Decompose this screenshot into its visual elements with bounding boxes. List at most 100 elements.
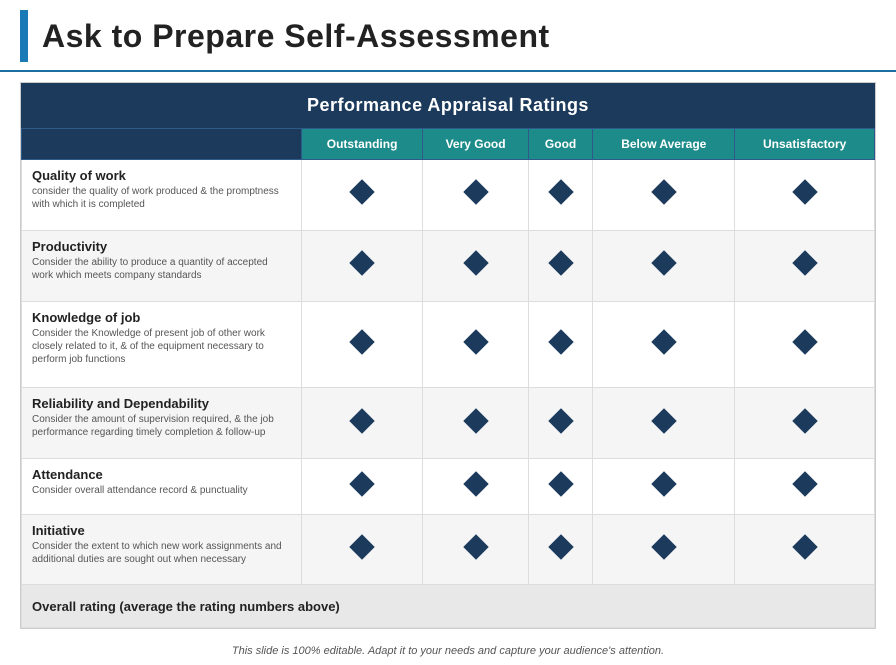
- slide-header: Ask to Prepare Self-Assessment: [0, 0, 896, 72]
- overall-rating-row: Overall rating (average the rating numbe…: [22, 585, 875, 628]
- rating-cell: [528, 388, 592, 459]
- row-label-cell: Initiative Consider the extent to which n…: [22, 514, 302, 585]
- rating-cell: [423, 301, 529, 387]
- row-label-cell: Quality of work consider the quality of w…: [22, 160, 302, 231]
- row-desc: Consider overall attendance record & pun…: [32, 484, 291, 497]
- table-title-row: Performance Appraisal Ratings: [21, 83, 875, 128]
- rating-cell: [302, 388, 423, 459]
- overall-rating-label: Overall rating (average the rating numbe…: [22, 585, 875, 628]
- row-label-cell: Productivity Consider the ability to prod…: [22, 230, 302, 301]
- table-row: Initiative Consider the extent to which n…: [22, 514, 875, 585]
- diamond-icon: [651, 329, 676, 354]
- diamond-icon: [651, 471, 676, 496]
- diamond-icon: [792, 408, 817, 433]
- diamond-icon: [349, 180, 374, 205]
- slide-footer: This slide is 100% editable. Adapt it to…: [0, 635, 896, 665]
- rating-cell: [302, 160, 423, 231]
- diamond-icon: [463, 534, 488, 559]
- table-row: AttendanceConsider overall attendance re…: [22, 458, 875, 514]
- rating-cell: [302, 514, 423, 585]
- rating-cell: [528, 160, 592, 231]
- rating-cell: [423, 230, 529, 301]
- row-title: Knowledge of job: [32, 310, 291, 325]
- diamond-icon: [463, 471, 488, 496]
- diamond-icon: [349, 471, 374, 496]
- col-header-below-average: Below Average: [593, 129, 735, 160]
- rating-cell: [735, 514, 875, 585]
- rating-cell: [528, 514, 592, 585]
- row-desc: consider the quality of work produced & …: [32, 185, 291, 211]
- page-title: Ask to Prepare Self-Assessment: [42, 18, 550, 55]
- rating-cell: [735, 160, 875, 231]
- header-accent: [20, 10, 28, 62]
- diamond-icon: [651, 408, 676, 433]
- col-header-good: Good: [528, 129, 592, 160]
- diamond-icon: [463, 408, 488, 433]
- rating-cell: [593, 388, 735, 459]
- col-header-very-good: Very Good: [423, 129, 529, 160]
- appraisal-table: Outstanding Very Good Good Below Average…: [21, 128, 875, 628]
- diamond-icon: [548, 408, 573, 433]
- row-desc: Consider the extent to which new work as…: [32, 540, 291, 566]
- diamond-icon: [349, 408, 374, 433]
- diamond-icon: [792, 534, 817, 559]
- diamond-icon: [792, 329, 817, 354]
- row-title: Quality of work: [32, 168, 291, 183]
- diamond-icon: [548, 180, 573, 205]
- rating-cell: [735, 458, 875, 514]
- diamond-icon: [463, 180, 488, 205]
- rating-cell: [423, 458, 529, 514]
- rating-cell: [302, 301, 423, 387]
- rating-cell: [735, 230, 875, 301]
- diamond-icon: [548, 251, 573, 276]
- diamond-icon: [349, 329, 374, 354]
- table-header-row: Outstanding Very Good Good Below Average…: [22, 129, 875, 160]
- rating-cell: [735, 301, 875, 387]
- table-row: Quality of work consider the quality of w…: [22, 160, 875, 231]
- rating-cell: [593, 301, 735, 387]
- col-header-outstanding: Outstanding: [302, 129, 423, 160]
- table-title: Performance Appraisal Ratings: [307, 95, 589, 115]
- table-row: Reliability and Dependability Consider th…: [22, 388, 875, 459]
- rating-cell: [528, 301, 592, 387]
- table-row: Knowledge of job Consider the Knowledge o…: [22, 301, 875, 387]
- rating-cell: [528, 230, 592, 301]
- row-label-cell: AttendanceConsider overall attendance re…: [22, 458, 302, 514]
- diamond-icon: [548, 471, 573, 496]
- col-header-label: [22, 129, 302, 160]
- row-desc: Consider the amount of supervision requi…: [32, 413, 291, 439]
- table-row: Productivity Consider the ability to prod…: [22, 230, 875, 301]
- rating-cell: [528, 458, 592, 514]
- row-title: Productivity: [32, 239, 291, 254]
- rating-cell: [302, 458, 423, 514]
- diamond-icon: [651, 534, 676, 559]
- rating-cell: [593, 458, 735, 514]
- diamond-icon: [651, 251, 676, 276]
- row-title: Reliability and Dependability: [32, 396, 291, 411]
- diamond-icon: [792, 251, 817, 276]
- col-header-unsatisfactory: Unsatisfactory: [735, 129, 875, 160]
- diamond-icon: [651, 180, 676, 205]
- diamond-icon: [792, 471, 817, 496]
- rating-cell: [302, 230, 423, 301]
- rating-cell: [423, 514, 529, 585]
- slide-container: Ask to Prepare Self-Assessment Performan…: [0, 0, 896, 665]
- row-label-cell: Reliability and Dependability Consider th…: [22, 388, 302, 459]
- rating-cell: [423, 388, 529, 459]
- table-container: Performance Appraisal Ratings Outstandin…: [20, 82, 876, 629]
- row-label-cell: Knowledge of job Consider the Knowledge o…: [22, 301, 302, 387]
- rating-cell: [593, 514, 735, 585]
- row-desc: Consider the Knowledge of present job of…: [32, 327, 291, 366]
- diamond-icon: [548, 329, 573, 354]
- rating-cell: [735, 388, 875, 459]
- row-desc: Consider the ability to produce a quanti…: [32, 256, 291, 282]
- slide-body: Performance Appraisal Ratings Outstandin…: [0, 72, 896, 635]
- diamond-icon: [548, 534, 573, 559]
- rating-cell: [423, 160, 529, 231]
- diamond-icon: [463, 251, 488, 276]
- diamond-icon: [349, 534, 374, 559]
- row-title: Initiative: [32, 523, 291, 538]
- diamond-icon: [463, 329, 488, 354]
- rating-cell: [593, 160, 735, 231]
- rating-cell: [593, 230, 735, 301]
